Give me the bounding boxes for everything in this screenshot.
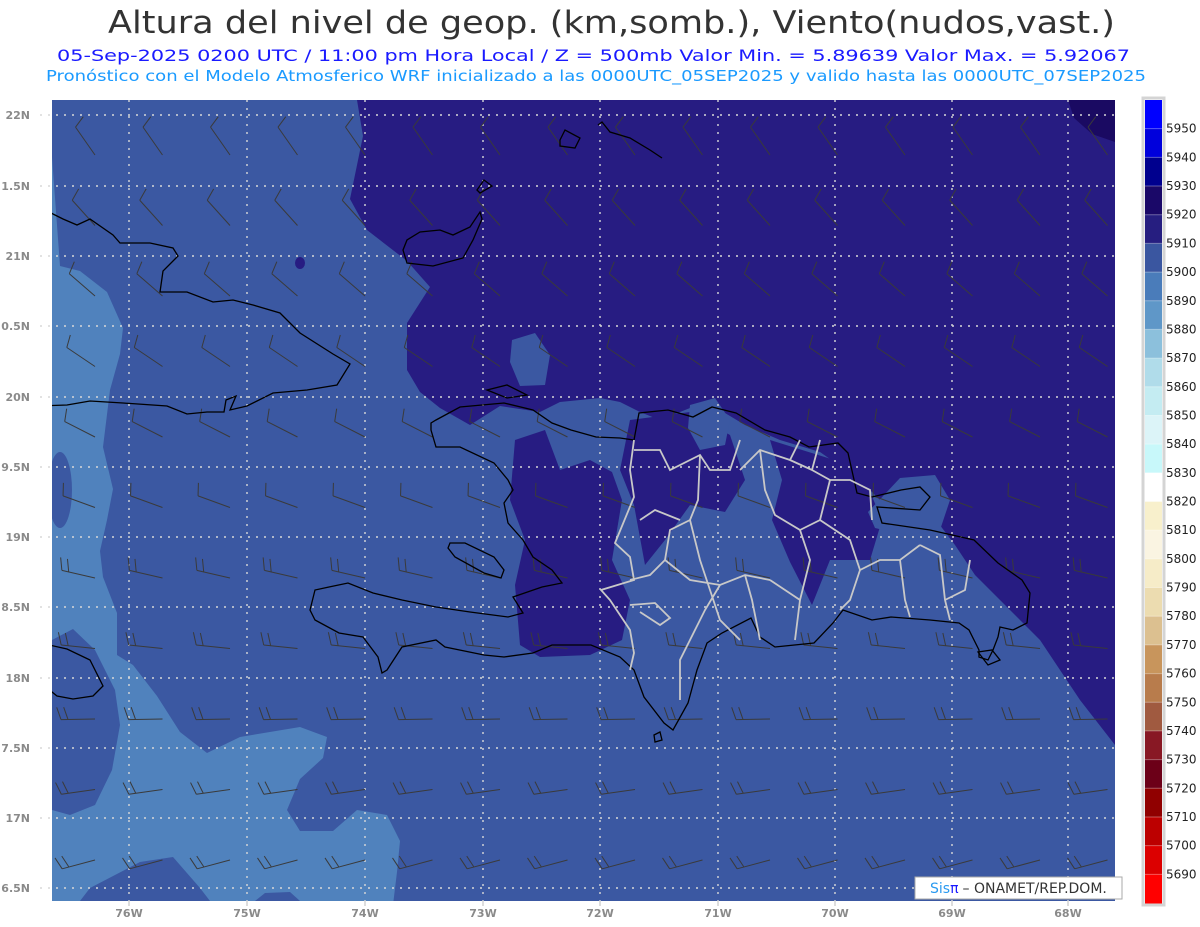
colorbar-label: 5910: [1166, 236, 1197, 250]
colorbar: [1145, 100, 1162, 904]
colorbar-labels: 5950 5940 5930 5920 5910 5900 5890 5880 5870 5860…: [1166, 122, 1197, 882]
colorbar-label: 5800: [1166, 552, 1197, 566]
colorbar-label: 5820: [1166, 495, 1197, 509]
lat-label: 20N: [5, 391, 30, 404]
colorbar-bin: [1145, 128, 1162, 158]
colorbar-label: 5760: [1166, 667, 1197, 681]
colorbar-label: 5710: [1166, 810, 1197, 824]
colorbar-label: 5750: [1166, 695, 1197, 709]
lon-label: 71W: [704, 907, 731, 920]
model-info-line: Pronóstico con el Modelo Atmosferico WRF…: [46, 67, 1146, 86]
colorbar-bin: [1145, 272, 1162, 302]
colorbar-bin: [1145, 243, 1162, 273]
colorbar-label: 5730: [1166, 753, 1197, 767]
colorbar-label: 5690: [1166, 867, 1197, 881]
colorbar-bin: [1145, 415, 1162, 445]
colorbar-label: 5830: [1166, 466, 1197, 480]
colorbar-label: 5740: [1166, 724, 1197, 738]
credit-brand-sis: Sis: [930, 881, 950, 897]
lat-label: 9.5N: [1, 461, 30, 474]
colorbar-label: 5810: [1166, 523, 1197, 537]
field-dark-spot: [295, 257, 305, 269]
lon-label: 70W: [821, 907, 848, 920]
colorbar-label: 5890: [1166, 294, 1197, 308]
colorbar-bin: [1145, 788, 1162, 818]
lon-label: 75W: [233, 907, 260, 920]
lat-label: 1.5N: [1, 180, 30, 193]
map-subtitle: 05-Sep-2025 0200 UTC / 11:00 pm Hora Loc…: [57, 46, 1130, 65]
forecast-map: Altura del nivel de geop. (km,somb.), Vi…: [1, 5, 1197, 920]
field-mid-west-oval: [52, 452, 72, 528]
colorbar-label: 5870: [1166, 351, 1197, 365]
colorbar-bin: [1145, 530, 1162, 560]
lon-label: 73W: [469, 907, 496, 920]
colorbar-bin: [1145, 157, 1162, 187]
lon-label: 69W: [938, 907, 965, 920]
lat-label: 21N: [5, 250, 30, 263]
colorbar-bin: [1145, 587, 1162, 617]
colorbar-bin: [1145, 644, 1162, 675]
colorbar-label: 5840: [1166, 437, 1197, 451]
colorbar-bin: [1145, 444, 1162, 474]
colorbar-label: 5790: [1166, 581, 1197, 595]
geopotential-field: [52, 100, 1115, 901]
map-title: Altura del nivel de geop. (km,somb.), Vi…: [108, 5, 1115, 41]
colorbar-label: 5900: [1166, 265, 1197, 279]
colorbar-bin: [1145, 558, 1162, 589]
credit-box: Sisπ – ONAMET/REP.DOM.: [914, 876, 1123, 900]
credit-text: – ONAMET/REP.DOM.: [963, 881, 1107, 897]
colorbar-label: 5920: [1166, 208, 1197, 222]
svg-text:Sisπ– ONAMET/REP.DOM.: Sisπ – ONAMET/REP.DOM.: [930, 881, 1107, 897]
lat-label: 8.5N: [1, 601, 30, 614]
colorbar-label: 5860: [1166, 380, 1197, 394]
colorbar-bin: [1145, 759, 1162, 789]
colorbar-bin: [1145, 816, 1162, 847]
colorbar-bin: [1145, 386, 1162, 416]
credit-brand-pi: π: [950, 881, 959, 897]
lat-label: 7.5N: [1, 742, 30, 755]
longitude-labels: 76W 75W 74W 73W 72W 71W 70W 69W 68W: [115, 901, 1082, 920]
lat-label: 0.5N: [1, 320, 30, 333]
lon-label: 76W: [115, 907, 142, 920]
lat-label: 6.5N: [1, 882, 30, 895]
colorbar-bin: [1145, 100, 1162, 130]
colorbar-label: 5950: [1166, 122, 1197, 136]
lon-label: 68W: [1054, 907, 1081, 920]
colorbar-label: 5880: [1166, 322, 1197, 336]
colorbar-bin: [1145, 214, 1162, 244]
latitude-labels: 22N 1.5N 21N 0.5N 20N 9.5N 19N 8.5N 18N 7.5N 17N 6.…: [1, 109, 30, 895]
colorbar-label: 5930: [1166, 179, 1197, 193]
lon-label: 72W: [586, 907, 613, 920]
colorbar-label: 5770: [1166, 638, 1197, 652]
lat-label: 17N: [5, 812, 30, 825]
colorbar-label: 5850: [1166, 408, 1197, 422]
colorbar-bin: [1145, 300, 1162, 330]
colorbar-bin: [1145, 874, 1162, 904]
colorbar-bin: [1145, 472, 1162, 502]
lat-label: 22N: [5, 109, 30, 122]
colorbar-bin: [1145, 186, 1162, 216]
colorbar-bin: [1145, 501, 1162, 531]
colorbar-bin: [1145, 702, 1162, 732]
colorbar-bin: [1145, 616, 1162, 646]
lon-label: 74W: [351, 907, 378, 920]
colorbar-bin: [1145, 358, 1162, 388]
colorbar-bin: [1145, 329, 1162, 359]
colorbar-bin: [1145, 673, 1162, 703]
lat-label: 18N: [5, 672, 30, 685]
colorbar-bin: [1145, 845, 1162, 875]
colorbar-label: 5700: [1166, 839, 1197, 853]
colorbar-label: 5780: [1166, 609, 1197, 623]
colorbar-label: 5940: [1166, 150, 1197, 164]
colorbar-label: 5720: [1166, 781, 1197, 795]
lat-label: 19N: [5, 531, 30, 544]
colorbar-bin: [1145, 730, 1162, 761]
